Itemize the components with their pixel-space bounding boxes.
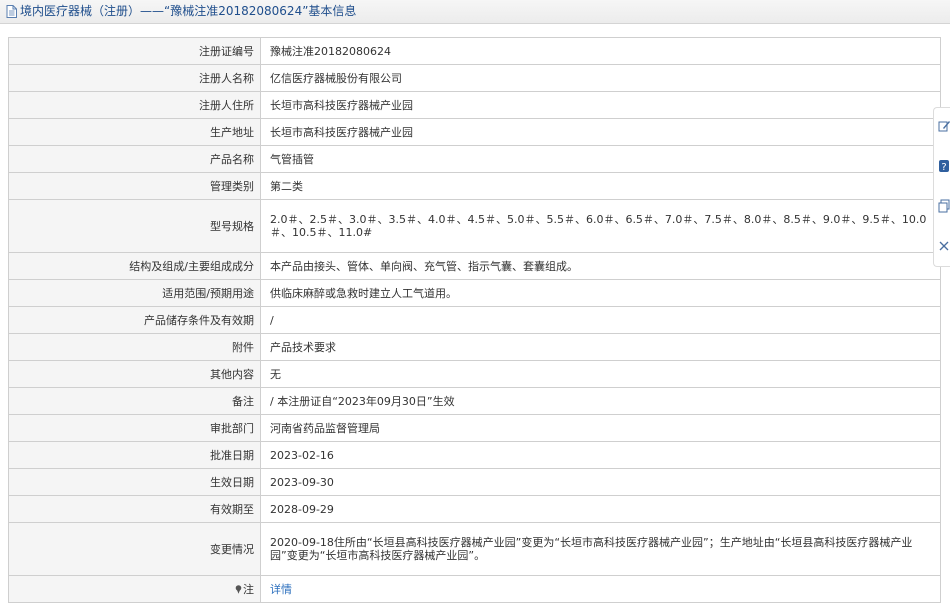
row-label: 注册人名称 <box>8 64 261 92</box>
row-label: 附件 <box>8 333 261 361</box>
table-row: 适用范围/预期用途 供临床麻醉或急救时建立人工气道用。 <box>8 279 941 307</box>
table-row: 型号规格 2.0＃、2.5＃、3.0＃、3.5＃、4.0＃、4.5＃、5.0＃、… <box>8 199 941 253</box>
row-value: 2.0＃、2.5＃、3.0＃、3.5＃、4.0＃、4.5＃、5.0＃、5.5＃、… <box>260 199 941 253</box>
row-value: 豫械注准20182080624 <box>260 37 941 65</box>
table-row: 有效期至 2028-09-29 <box>8 495 941 523</box>
row-label: 变更情况 <box>8 522 261 576</box>
row-value: 供临床麻醉或急救时建立人工气道用。 <box>260 279 941 307</box>
row-value: 亿信医疗器械股份有限公司 <box>260 64 941 92</box>
row-value: 2020-09-18住所由“长垣县高科技医疗器械产业园”变更为“长垣市高科技医疗… <box>260 522 941 576</box>
row-label: 管理类别 <box>8 172 261 200</box>
row-value: 第二类 <box>260 172 941 200</box>
row-value: 无 <box>260 360 941 388</box>
page-title: 境内医疗器械（注册）——“豫械注准20182080624”基本信息 <box>20 4 357 18</box>
page-header: 境内医疗器械（注册）——“豫械注准20182080624”基本信息 <box>0 0 950 24</box>
table-row: 附件 产品技术要求 <box>8 333 941 361</box>
info-table: 注册证编号 豫械注准20182080624 注册人名称 亿信医疗器械股份有限公司… <box>8 37 941 603</box>
table-row: 生效日期 2023-09-30 <box>8 468 941 496</box>
row-label: 注册人住所 <box>8 91 261 119</box>
row-label: 产品名称 <box>8 145 261 173</box>
row-value: / <box>260 306 941 334</box>
row-label: 注册证编号 <box>8 37 261 65</box>
help-icon[interactable]: ? <box>938 159 950 173</box>
copy-icon[interactable] <box>938 199 950 213</box>
row-label: 其他内容 <box>8 360 261 388</box>
table-row: 批准日期 2023-02-16 <box>8 441 941 469</box>
note-label-cell: 注 <box>8 575 261 603</box>
row-value: 2028-09-29 <box>260 495 941 523</box>
table-row: 注册人名称 亿信医疗器械股份有限公司 <box>8 64 941 92</box>
note-value-cell: 详情 <box>260 575 941 603</box>
edit-icon[interactable] <box>938 119 950 133</box>
table-row: 管理类别 第二类 <box>8 172 941 200</box>
table-row: 结构及组成/主要组成成分 本产品由接头、管体、单向阀、充气管、指示气囊、套囊组成… <box>8 252 941 280</box>
row-label: 产品储存条件及有效期 <box>8 306 261 334</box>
row-value: 长垣市高科技医疗器械产业园 <box>260 118 941 146</box>
table-row: 其他内容 无 <box>8 360 941 388</box>
row-label: 审批部门 <box>8 414 261 442</box>
row-label: 结构及组成/主要组成成分 <box>8 252 261 280</box>
table-row: 审批部门 河南省药品监督管理局 <box>8 414 941 442</box>
table-row: 变更情况 2020-09-18住所由“长垣县高科技医疗器械产业园”变更为“长垣市… <box>8 522 941 576</box>
row-label: 有效期至 <box>8 495 261 523</box>
table-row: 注册人住所 长垣市高科技医疗器械产业园 <box>8 91 941 119</box>
row-label: 型号规格 <box>8 199 261 253</box>
row-value: 本产品由接头、管体、单向阀、充气管、指示气囊、套囊组成。 <box>260 252 941 280</box>
row-label: 适用范围/预期用途 <box>8 279 261 307</box>
table-row: 生产地址 长垣市高科技医疗器械产业园 <box>8 118 941 146</box>
row-label: 生产地址 <box>8 118 261 146</box>
table-row: 产品储存条件及有效期 / <box>8 306 941 334</box>
row-value: 气管插管 <box>260 145 941 173</box>
table-row: 产品名称 气管插管 <box>8 145 941 173</box>
row-value: 长垣市高科技医疗器械产业园 <box>260 91 941 119</box>
side-toolbar: ? <box>933 107 950 267</box>
note-label: 注 <box>243 582 254 596</box>
row-value: 2023-09-30 <box>260 468 941 496</box>
table-row: 备注 / 本注册证自“2023年09月30日”生效 <box>8 387 941 415</box>
row-label: 生效日期 <box>8 468 261 496</box>
svg-text:?: ? <box>941 162 946 173</box>
pin-icon <box>235 584 242 594</box>
details-link[interactable]: 详情 <box>270 583 292 596</box>
row-value: 2023-02-16 <box>260 441 941 469</box>
document-icon <box>6 5 17 18</box>
row-value: / 本注册证自“2023年09月30日”生效 <box>260 387 941 415</box>
table-row: 注 详情 <box>8 575 941 603</box>
row-label: 批准日期 <box>8 441 261 469</box>
table-row: 注册证编号 豫械注准20182080624 <box>8 37 941 65</box>
row-value: 河南省药品监督管理局 <box>260 414 941 442</box>
close-icon[interactable] <box>938 239 950 253</box>
row-label: 备注 <box>8 387 261 415</box>
row-value: 产品技术要求 <box>260 333 941 361</box>
